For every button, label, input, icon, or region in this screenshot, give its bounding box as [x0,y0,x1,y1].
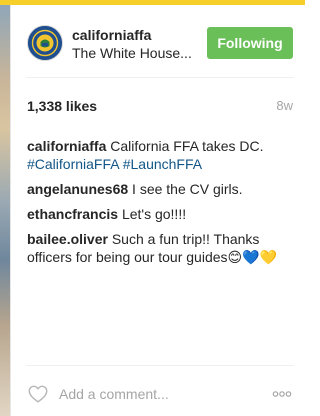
comment-text: I see the CV girls. [132,181,243,197]
comment-username[interactable]: ethancfrancis [27,206,118,222]
post-age: 8w [276,98,293,113]
ffa-emblem-icon [28,26,62,60]
yellow-heart-emoji-icon: 💛 [259,249,278,265]
blue-heart-emoji-icon: 💙 [242,249,260,265]
heart-outline-icon[interactable] [27,383,49,405]
more-options-icon[interactable] [272,386,292,402]
list-item: bailee.oliver Such a fun trip!! Thanks o… [27,230,293,266]
smile-emoji-icon: 😊 [227,249,243,265]
comment-username[interactable]: californiaffa [27,138,106,154]
instagram-post-view: californiaffa The White House... Followi… [0,0,305,416]
list-item: ethancfrancis Let's go!!!! [27,205,293,223]
add-comment-input[interactable] [59,382,259,406]
post-panel: californiaffa The White House... Followi… [11,5,305,416]
list-item: angelanunes68 I see the CV girls. [27,180,293,198]
list-item: californiaffa California FFA takes DC. #… [27,137,293,173]
divider [26,77,294,78]
likes-count[interactable]: 1,338 likes [27,98,97,114]
comments-list: californiaffa California FFA takes DC. #… [27,137,293,273]
comment-text: California FFA takes DC. [110,138,264,154]
comment-username[interactable]: angelanunes68 [27,181,128,197]
photo-edge-strip [0,5,11,416]
following-button[interactable]: Following [207,27,293,59]
location-label[interactable]: The White House... [72,45,192,61]
comment-bar [11,373,305,416]
comment-text: Let's go!!!! [121,206,187,222]
username[interactable]: californiaffa [72,27,151,43]
hashtag-links[interactable]: #CaliforniaFFA #LaunchFFA [27,156,202,172]
divider [26,365,294,366]
comment-username[interactable]: bailee.oliver [27,231,108,247]
avatar[interactable] [27,25,63,61]
post-header: californiaffa The White House... Followi… [11,5,305,75]
